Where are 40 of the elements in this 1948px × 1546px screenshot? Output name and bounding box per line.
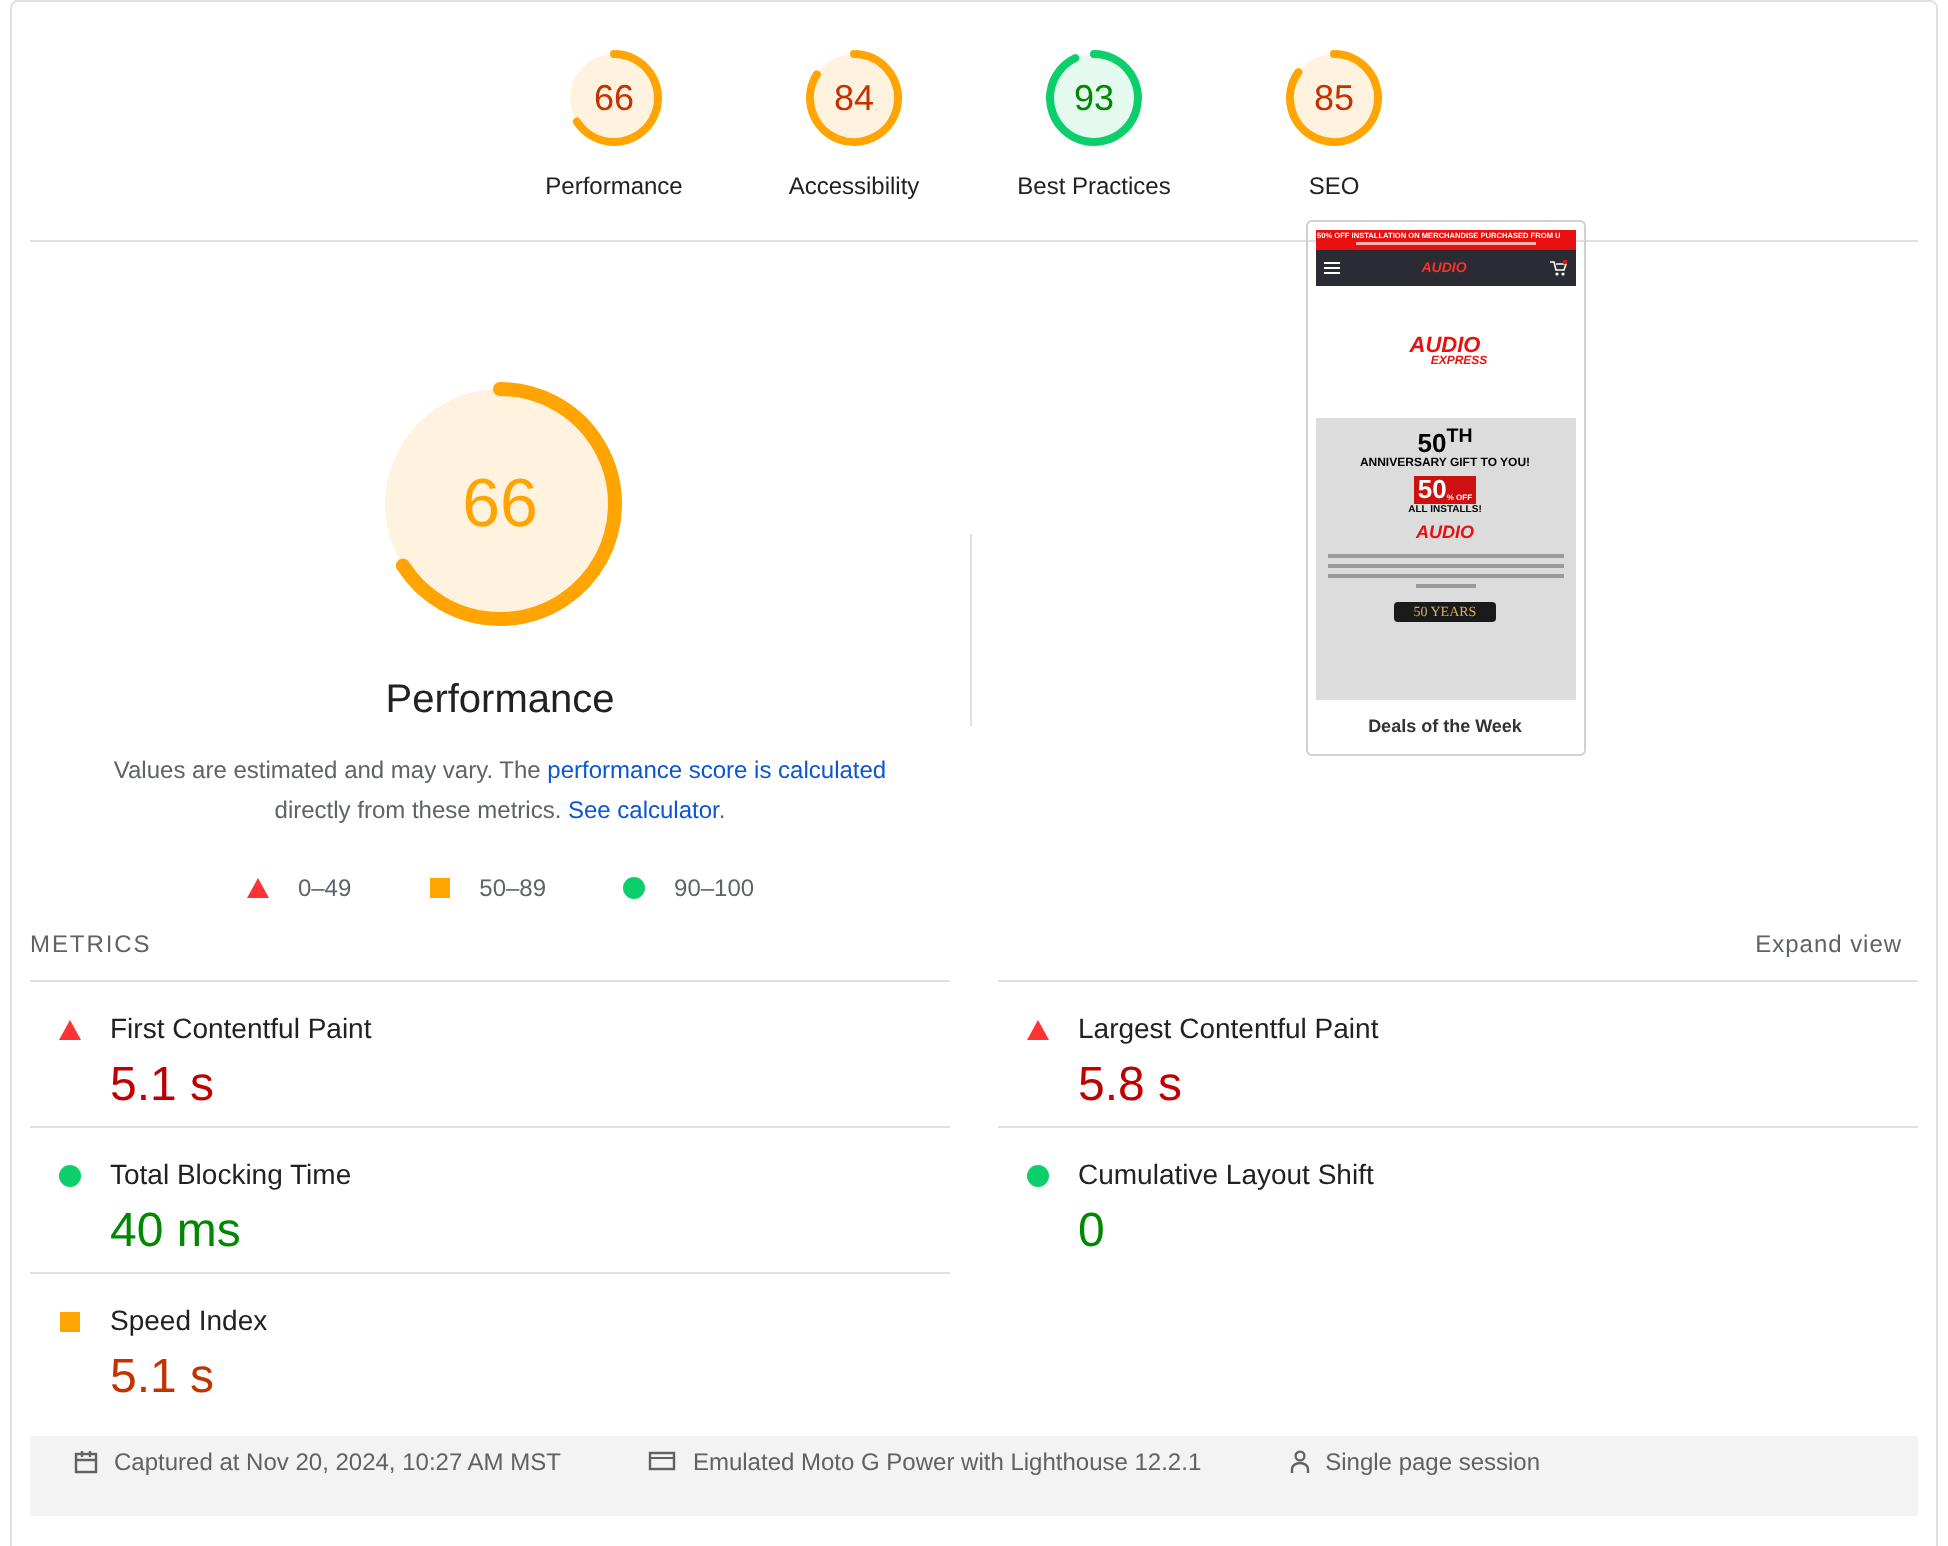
link[interactable]: performance score is calculated xyxy=(547,756,887,784)
category-label: Performance xyxy=(545,170,683,204)
person-icon xyxy=(1289,1450,1310,1474)
footer-text: Emulated Moto G Power with Lighthouse 12.2.1 xyxy=(692,1446,1202,1480)
category-label: Best Practices xyxy=(1017,170,1171,204)
metric-value: 0 xyxy=(1078,1204,1105,1260)
metric-name: Total Blocking Time xyxy=(110,1156,352,1194)
score-value: 66 xyxy=(591,75,637,121)
link[interactable]: See calculator xyxy=(567,796,719,824)
metric-name: Speed Index xyxy=(110,1302,268,1340)
expand-view-button[interactable]: Expand view xyxy=(1755,926,1902,962)
cart-icon[interactable] xyxy=(1549,260,1567,276)
menu-icon[interactable] xyxy=(1323,262,1339,274)
site-logo: AUDIO xyxy=(1409,336,1481,356)
category-label: Accessibility xyxy=(788,170,920,204)
score-value: 66 xyxy=(460,463,540,545)
score-value: 84 xyxy=(831,75,877,121)
metric-value: 40 ms xyxy=(110,1204,241,1260)
legend-label: 0–49 xyxy=(297,872,352,906)
category-label: SEO xyxy=(1308,170,1360,204)
score-value: 85 xyxy=(1311,75,1357,121)
monitor-icon xyxy=(648,1450,677,1474)
footer-text: Captured at Nov 20, 2024, 10:27 AM MST xyxy=(114,1446,561,1480)
section-heading: Deals of the Week xyxy=(1366,716,1524,736)
promo-heading: 50$^{TH}$ xyxy=(1417,430,1473,456)
description: Values are estimated and may vary. The performance score is calculated directly from these metrics. See calculator. xyxy=(111,754,889,828)
footer-text: Single page session xyxy=(1325,1446,1541,1480)
legend-label: 50–89 xyxy=(479,872,547,906)
metric-name: First Contentful Paint xyxy=(110,1010,372,1048)
score-value: 93 xyxy=(1071,75,1117,121)
legend-label: 90–100 xyxy=(674,872,755,906)
metric-value: 5.1 s xyxy=(110,1058,215,1114)
metric-value: 5.1 s xyxy=(110,1350,215,1406)
calendar-icon xyxy=(74,1450,98,1474)
site-logo: AUDIO xyxy=(1416,524,1474,542)
gauge-title: Performance xyxy=(385,676,615,726)
metric-name: Largest Contentful Paint xyxy=(1078,1010,1379,1048)
metric-name: Cumulative Layout Shift xyxy=(1078,1156,1374,1194)
section-title: METRICS xyxy=(30,928,152,962)
metric-value: 5.8 s xyxy=(1078,1058,1183,1114)
